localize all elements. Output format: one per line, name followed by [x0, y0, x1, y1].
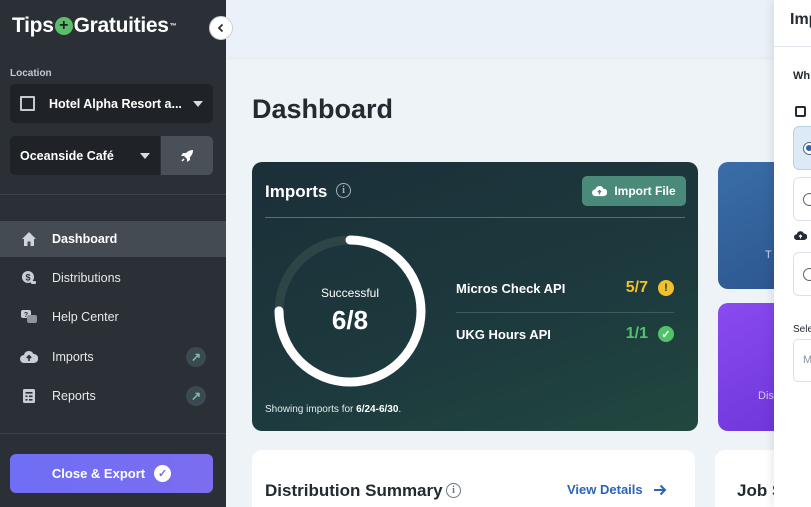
warning-icon: ! [658, 280, 674, 296]
svg-text:$: $ [25, 273, 30, 283]
api-count: 5/7 [625, 279, 648, 296]
card-divider [265, 217, 685, 218]
distributions-icon: $ [20, 269, 38, 287]
radio-unselected[interactable] [803, 193, 811, 206]
sidebar-item-help-center[interactable]: ? Help Center [0, 299, 226, 335]
external-link-icon[interactable]: ↗ [186, 347, 206, 367]
external-link-icon[interactable]: ↗ [186, 386, 206, 406]
logo-text-gratuities: Gratuities [73, 14, 169, 37]
imports-title: Imports [265, 182, 328, 201]
imports-card: Imports i Import File Successful 6/8 Mic… [252, 162, 698, 431]
info-icon[interactable]: i [446, 483, 461, 498]
check-circle-icon: ✓ [658, 326, 674, 342]
venue-select-value: Oceanside Café [20, 148, 114, 163]
collapse-sidebar-button[interactable] [209, 16, 233, 40]
trademark: ™ [169, 22, 177, 30]
distribution-summary-title: Distribution Summary [265, 481, 443, 500]
hotel-select-value: Hotel Alpha Resort a... [49, 96, 182, 111]
sidebar: Tips + Gratuities ™ Location Hotel Alpha… [0, 0, 226, 507]
app-logo[interactable]: Tips + Gratuities ™ [12, 14, 177, 38]
check-circle-icon: ✓ [154, 465, 172, 482]
view-details-label: View Details [567, 482, 643, 497]
close-export-button[interactable]: Close & Export ✓ [10, 454, 213, 493]
showing-imports-text: Showing imports for 6/24-6/30. [265, 404, 401, 415]
page-title: Dashboard [252, 94, 394, 124]
chevron-left-icon [217, 23, 224, 33]
sidebar-item-label: Dashboard [52, 232, 118, 246]
radio-selected[interactable] [803, 142, 811, 155]
home-icon [20, 230, 38, 248]
api-row-micros: Micros Check API 5/7 ! [456, 277, 674, 299]
drawer-select-input[interactable]: M [793, 339, 811, 382]
cloud-upload-icon [592, 185, 608, 196]
venue-select[interactable]: Oceanside Café [10, 136, 160, 175]
sidebar-item-label: Reports [52, 389, 96, 403]
showing-range: 6/24-6/30 [356, 404, 399, 415]
drawer-select-label: Sele [793, 324, 811, 335]
sidebar-divider [0, 433, 226, 434]
summary-card-blue-text: T [765, 249, 772, 261]
top-bar [226, 0, 811, 57]
sidebar-item-label: Help Center [52, 310, 119, 324]
distribution-summary-card: Distribution Summary i View Details [252, 450, 695, 507]
sidebar-divider [0, 194, 226, 195]
api-row-ukg: UKG Hours API 1/1 ✓ [456, 323, 674, 345]
chevron-down-icon [193, 100, 203, 107]
help-center-icon: ? [20, 308, 38, 326]
cloud-upload-icon [794, 231, 808, 244]
drawer-option-2[interactable] [793, 177, 811, 221]
sidebar-item-imports[interactable]: Imports ↗ [0, 339, 226, 375]
rocket-icon [181, 149, 193, 162]
arrow-right-icon [653, 484, 667, 495]
showing-suffix: . [398, 404, 402, 415]
import-file-label: Import File [614, 184, 676, 198]
cloud-upload-icon [20, 348, 38, 366]
radio-unselected[interactable] [803, 268, 811, 281]
svg-text:?: ? [24, 312, 28, 319]
import-drawer: Imp Wh Sele M [774, 0, 811, 507]
api-divider [456, 312, 674, 313]
api-count: 1/1 [625, 325, 648, 342]
sidebar-item-label: Imports [52, 350, 94, 364]
hotel-select[interactable]: Hotel Alpha Resort a... [10, 84, 213, 123]
calendar-icon [795, 106, 806, 117]
sidebar-item-dashboard[interactable]: Dashboard [0, 221, 226, 257]
rocket-button[interactable] [161, 136, 213, 175]
api-name: UKG Hours API [456, 326, 551, 342]
sidebar-item-label: Distributions [52, 271, 121, 285]
ring-label: Successful [320, 286, 380, 300]
ring-value: 6/8 [331, 305, 369, 335]
view-details-link[interactable]: View Details [567, 482, 667, 497]
chevron-down-icon [140, 152, 150, 159]
building-icon [20, 96, 35, 111]
api-name: Micros Check API [456, 280, 566, 296]
close-export-label: Close & Export [51, 466, 146, 481]
plus-icon: + [54, 17, 73, 35]
import-file-button[interactable]: Import File [582, 176, 686, 206]
info-icon[interactable]: i [336, 183, 351, 198]
sidebar-item-distributions[interactable]: $ Distributions [0, 260, 226, 296]
drawer-option-1[interactable] [793, 126, 811, 170]
drawer-question: Wh [793, 70, 811, 82]
drawer-divider [774, 46, 811, 47]
location-label: Location [10, 68, 52, 79]
drawer-title: Imp [790, 11, 811, 28]
logo-text-tips: Tips [12, 14, 54, 37]
sidebar-item-reports[interactable]: Reports ↗ [0, 378, 226, 414]
showing-prefix: Showing imports for [265, 404, 357, 415]
ring-center: Successful 6/8 [268, 229, 432, 393]
summary-card-purple-text: Dis [758, 390, 774, 402]
drawer-option-3[interactable] [793, 252, 811, 296]
reports-icon [20, 387, 38, 405]
